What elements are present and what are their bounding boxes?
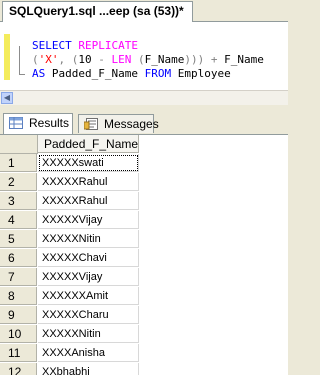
results-grid[interactable]: Padded_F_Name 1 XXXXXswati 2 XXXXXRahul 3 XXX… — [0, 135, 288, 375]
table-row[interactable]: 10 XXXXXNitin — [0, 325, 288, 344]
code-line-3: AS Padded_F_Name FROM Employee — [32, 67, 231, 80]
grid-cell[interactable]: XXXXXChavi — [38, 249, 139, 267]
grid-cell[interactable]: XXbhabhi — [38, 363, 139, 375]
row-number[interactable]: 1 — [0, 154, 37, 172]
grid-corner[interactable] — [0, 135, 38, 154]
grid-header-row: Padded_F_Name — [0, 135, 288, 154]
grid-cell[interactable]: XXXXAnisha — [38, 344, 139, 362]
grid-cell[interactable]: XXXXXswati — [38, 154, 139, 172]
row-number[interactable]: 3 — [0, 192, 37, 210]
row-number[interactable]: 2 — [0, 173, 37, 191]
code-line-2: ('X', (10 - LEN (F_Name))) + F_Name — [32, 53, 264, 66]
grid-cell[interactable]: XXXXXRahul — [38, 192, 139, 210]
tab-results-label: Results — [29, 116, 70, 130]
table-row[interactable]: 4 XXXXXVijay — [0, 211, 288, 230]
messages-icon — [84, 118, 98, 130]
table-row[interactable]: 7 XXXXXVijay — [0, 268, 288, 287]
table-row[interactable]: 8 XXXXXXAmit — [0, 287, 288, 306]
row-number[interactable]: 7 — [0, 268, 37, 286]
grid-cell[interactable]: XXXXXRahul — [38, 173, 139, 191]
results-tab-bar: Results Messages — [0, 106, 288, 135]
column-header[interactable]: Padded_F_Name — [38, 135, 139, 153]
row-number[interactable]: 8 — [0, 287, 37, 305]
grid-icon — [9, 117, 23, 129]
query-editor[interactable]: SELECT REPLICATE ('X', (10 - LEN (F_Name… — [0, 22, 288, 90]
grid-cell[interactable]: XXXXXVijay — [38, 211, 139, 229]
row-number[interactable]: 6 — [0, 249, 37, 267]
document-tab-strip: SQLQuery1.sql ...eep (sa (53))* — [0, 0, 288, 22]
document-tab[interactable]: SQLQuery1.sql ...eep (sa (53))* — [2, 1, 193, 22]
tab-messages[interactable]: Messages — [78, 114, 159, 133]
table-row[interactable]: 1 XXXXXswati — [0, 154, 288, 173]
grid-cell[interactable]: XXXXXNitin — [38, 325, 139, 343]
outline-line — [19, 46, 21, 74]
grid-cell[interactable]: XXXXXCharu — [38, 306, 139, 324]
row-number[interactable]: 9 — [0, 306, 37, 324]
grid-cell[interactable]: XXXXXVijay — [38, 268, 139, 286]
scroll-left-arrow-icon[interactable]: ◀ — [1, 92, 13, 104]
table-row[interactable]: 12 XXbhabhi — [0, 363, 288, 375]
table-row[interactable]: 3 XXXXXRahul — [0, 192, 288, 211]
row-number[interactable]: 10 — [0, 325, 37, 343]
row-number[interactable]: 11 — [0, 344, 37, 362]
table-row[interactable]: 2 XXXXXRahul — [0, 173, 288, 192]
grid-cell[interactable]: XXXXXXAmit — [38, 287, 139, 305]
table-row[interactable]: 5 XXXXXNitin — [0, 230, 288, 249]
table-row[interactable]: 9 XXXXXCharu — [0, 306, 288, 325]
row-number[interactable]: 12 — [0, 363, 37, 375]
row-number[interactable]: 5 — [0, 230, 37, 248]
row-number[interactable]: 4 — [0, 211, 37, 229]
table-row[interactable]: 6 XXXXXChavi — [0, 249, 288, 268]
change-indicator-bar — [4, 34, 10, 80]
outline-line-foot — [19, 74, 25, 75]
editor-horizontal-scrollbar[interactable]: ◀ — [0, 90, 288, 105]
tab-results[interactable]: Results — [3, 113, 73, 134]
tab-messages-label: Messages — [104, 117, 159, 131]
table-row[interactable]: 11 XXXXAnisha — [0, 344, 288, 363]
code-line-1: SELECT REPLICATE — [32, 39, 138, 52]
grid-cell[interactable]: XXXXXNitin — [38, 230, 139, 248]
